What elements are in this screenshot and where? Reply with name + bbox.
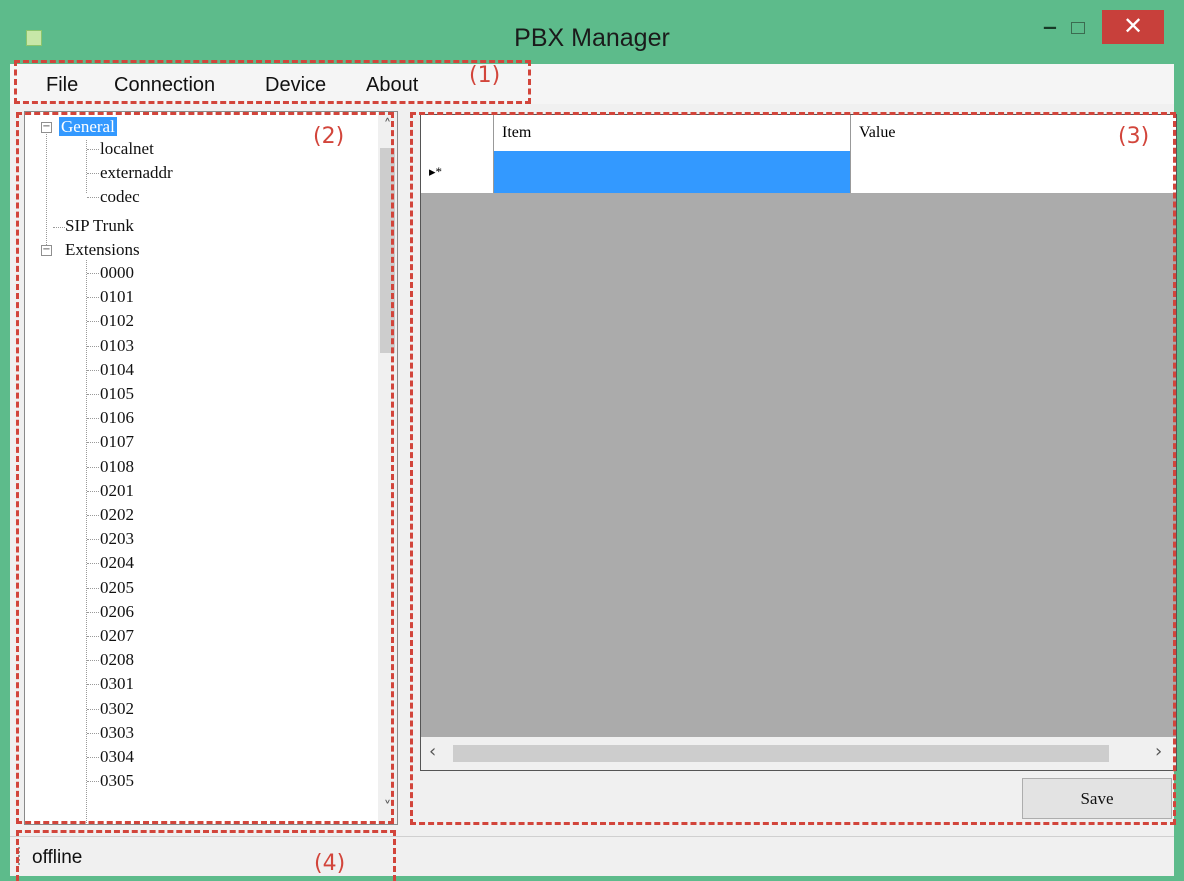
pbx-manager-window: PBX Manager ‒ ✕ File Connection Device A… bbox=[0, 0, 1184, 881]
annotation-box-2 bbox=[16, 112, 394, 824]
maximize-icon[interactable] bbox=[1063, 10, 1093, 44]
annotation-label-2: (2) bbox=[313, 124, 345, 149]
title-bar: PBX Manager ‒ ✕ bbox=[0, 0, 1184, 62]
annotation-box-3 bbox=[410, 112, 1176, 825]
close-icon[interactable]: ✕ bbox=[1102, 10, 1164, 44]
annotation-label-1: (1) bbox=[469, 63, 501, 88]
annotation-box-1 bbox=[14, 60, 531, 104]
annotation-label-3: (3) bbox=[1118, 124, 1150, 149]
window-title: PBX Manager bbox=[514, 24, 670, 52]
annotation-label-4: (4) bbox=[314, 851, 346, 876]
